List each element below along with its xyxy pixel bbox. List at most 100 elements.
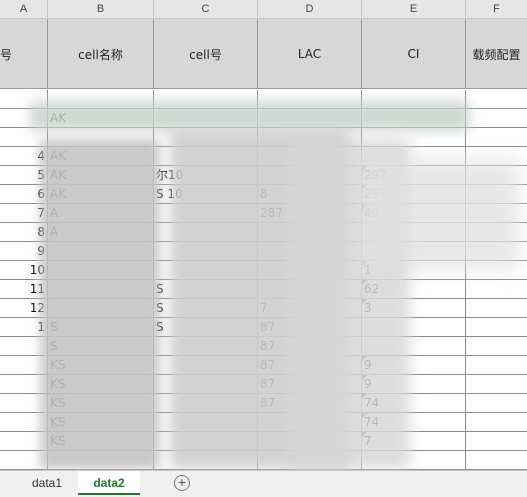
table-cell-f[interactable] [466,109,527,128]
table-cell-e[interactable]: 74 [362,413,466,432]
sheet-tab-data2[interactable]: data2 [78,471,140,495]
table-cell-c[interactable] [154,90,258,109]
table-cell-b[interactable]: AK [48,109,154,128]
table-cell-d[interactable] [258,109,362,128]
table-cell-num[interactable]: 10 [0,261,48,280]
table-cell-d[interactable]: 87 [258,337,362,356]
table-cell-num[interactable]: 1 [0,318,48,337]
column-letter-c[interactable]: C [154,0,258,19]
header-cell-number[interactable]: 号 [0,19,48,89]
table-cell-c[interactable] [154,261,258,280]
sheet-tab-data1[interactable]: data1 [18,471,76,495]
table-cell-c[interactable] [154,109,258,128]
table-cell-f[interactable] [466,185,527,204]
table-cell-b[interactable]: KS [48,413,154,432]
table-cell-b[interactable]: AK [48,166,154,185]
table-cell-f[interactable] [466,128,527,147]
header-cell-name[interactable]: cell名称 [48,19,154,89]
table-cell-b[interactable]: A [48,204,154,223]
table-cell-d[interactable] [258,413,362,432]
table-cell-f[interactable] [466,261,527,280]
table-cell-e[interactable]: 74 [362,394,466,413]
table-cell-f[interactable] [466,166,527,185]
table-cell-d[interactable]: 8 [258,185,362,204]
table-cell-f[interactable] [466,413,527,432]
table-cell-num[interactable]: 9 [0,242,48,261]
header-cell-ci[interactable]: CI [362,19,466,89]
table-cell-c[interactable] [154,394,258,413]
table-cell-c[interactable]: S [154,318,258,337]
table-cell-b[interactable]: AK [48,147,154,166]
table-cell-c[interactable] [154,242,258,261]
table-cell-f[interactable] [466,299,527,318]
table-cell-d[interactable] [258,280,362,299]
table-cell-e[interactable]: 1 [362,261,466,280]
column-letter-e[interactable]: E [362,0,466,19]
table-cell-f[interactable] [466,223,527,242]
table-cell-b[interactable]: KS [48,375,154,394]
table-cell-c[interactable] [154,413,258,432]
table-cell-f[interactable] [466,451,527,470]
table-cell-e[interactable] [362,128,466,147]
table-cell-e[interactable] [362,90,466,109]
table-cell-c[interactable]: S [154,299,258,318]
table-cell-e[interactable]: 9 [362,375,466,394]
table-cell-e[interactable] [362,147,466,166]
table-cell-c[interactable] [154,356,258,375]
table-cell-b[interactable]: S [48,337,154,356]
table-cell-num[interactable]: 4 [0,147,48,166]
table-cell-b[interactable] [48,242,154,261]
table-cell-e[interactable] [362,223,466,242]
table-cell-b[interactable] [48,128,154,147]
table-cell-b[interactable]: A [48,223,154,242]
table-cell-f[interactable] [466,90,527,109]
column-letter-b[interactable]: B [48,0,154,19]
table-cell-num[interactable] [0,451,48,470]
table-cell-e[interactable] [362,242,466,261]
table-cell-num[interactable] [0,109,48,128]
table-cell-c[interactable] [154,147,258,166]
table-cell-b[interactable] [48,299,154,318]
table-cell-f[interactable] [466,432,527,451]
table-cell-e[interactable]: 62 [362,280,466,299]
table-cell-num[interactable]: 7 [0,204,48,223]
table-cell-num[interactable]: 8 [0,223,48,242]
table-cell-f[interactable] [466,318,527,337]
table-cell-d[interactable] [258,242,362,261]
table-cell-d[interactable] [258,223,362,242]
table-cell-d[interactable] [258,166,362,185]
table-cell-e[interactable]: 7 [362,432,466,451]
table-cell-c[interactable] [154,337,258,356]
table-cell-f[interactable] [466,375,527,394]
table-cell-d[interactable]: 7 [258,299,362,318]
table-cell-num[interactable] [0,375,48,394]
table-cell-b[interactable] [48,261,154,280]
table-cell-f[interactable] [466,394,527,413]
table-cell-e[interactable] [362,451,466,470]
table-cell-d[interactable] [258,90,362,109]
table-cell-d[interactable]: 287 [258,204,362,223]
table-cell-d[interactable] [258,451,362,470]
header-cell-carrier[interactable]: 载频配置 [466,19,527,89]
header-cell-cell-id[interactable]: cell号 [154,19,258,89]
table-cell-b[interactable] [48,451,154,470]
table-cell-num[interactable] [0,337,48,356]
table-cell-c[interactable] [154,223,258,242]
table-cell-d[interactable]: 87 [258,375,362,394]
table-cell-d[interactable] [258,261,362,280]
table-cell-c[interactable] [154,128,258,147]
table-cell-e[interactable]: 40 [362,204,466,223]
table-cell-c[interactable] [154,451,258,470]
table-cell-b[interactable] [48,280,154,299]
table-cell-b[interactable] [48,90,154,109]
table-cell-f[interactable] [466,356,527,375]
table-cell-num[interactable] [0,394,48,413]
table-cell-num[interactable] [0,432,48,451]
table-cell-e[interactable] [362,318,466,337]
table-cell-b[interactable]: AK [48,185,154,204]
table-cell-e[interactable]: 297 [362,185,466,204]
table-cell-f[interactable] [466,337,527,356]
table-cell-d[interactable] [258,128,362,147]
table-cell-d[interactable]: 87 [258,356,362,375]
table-cell-c[interactable] [154,432,258,451]
